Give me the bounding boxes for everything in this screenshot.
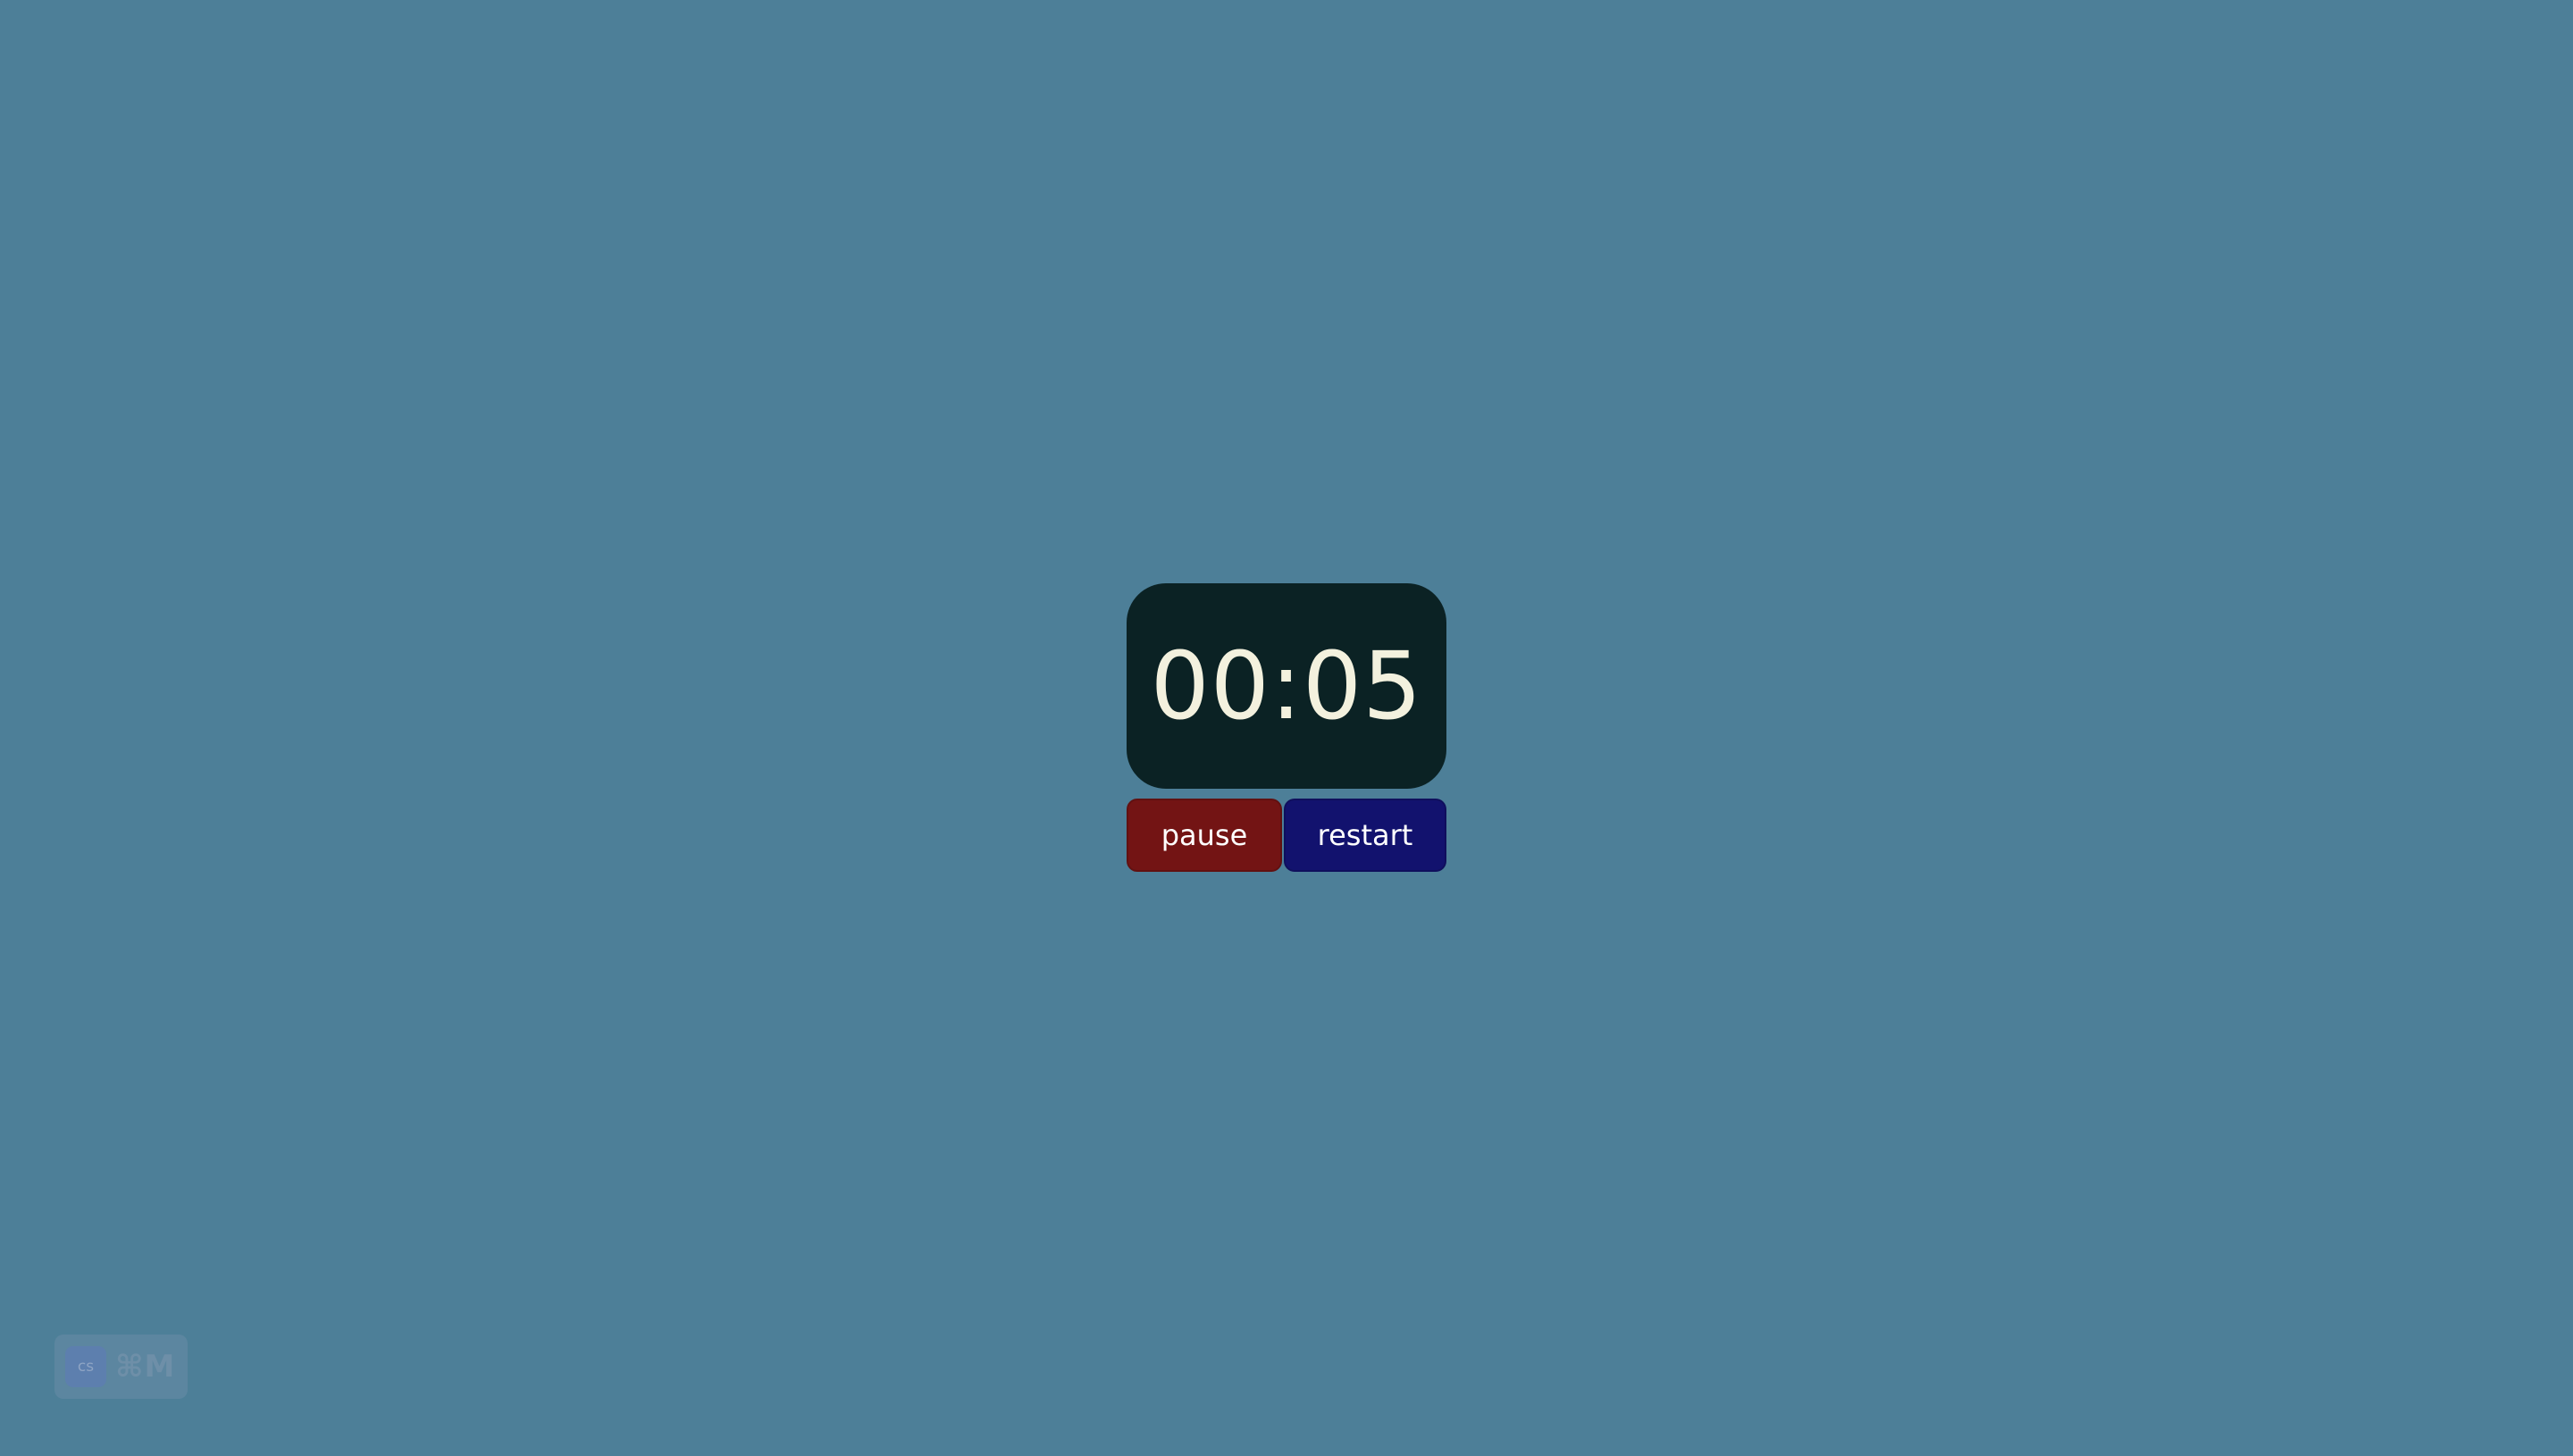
timer-controls: pause restart [1127,799,1446,872]
cs-logo-icon: cs [65,1346,106,1387]
shortcut-keys: ⌘M [115,1349,176,1385]
restart-button[interactable]: restart [1284,799,1446,872]
pause-button[interactable]: pause [1127,799,1282,872]
timer-widget: 00:05 pause restart [1127,583,1446,872]
timer-display: 00:05 [1127,583,1446,789]
timer-readout: 00:05 [1150,632,1423,741]
shortcut-badge[interactable]: cs ⌘M [54,1335,188,1399]
page-background: 00:05 pause restart cs ⌘M [0,0,2573,1456]
